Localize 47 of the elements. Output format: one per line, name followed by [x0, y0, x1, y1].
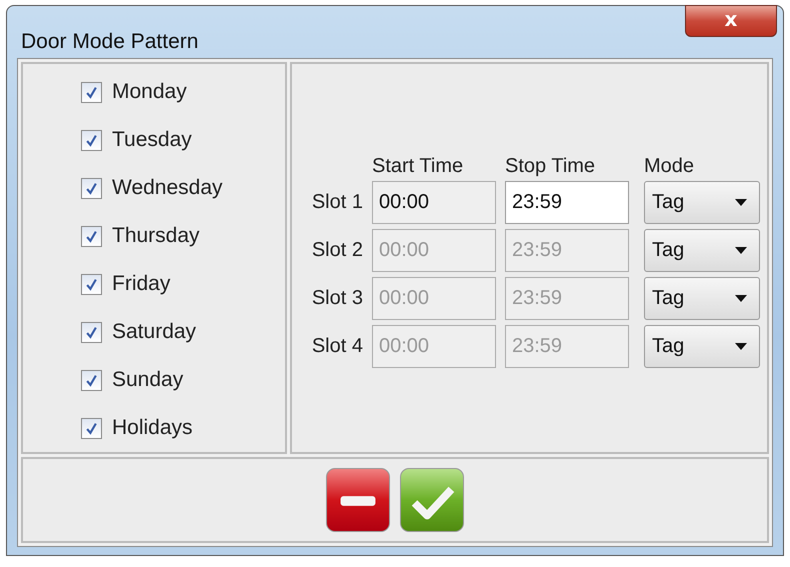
checkbox-label: Friday: [112, 272, 170, 296]
checkmark-icon: [412, 486, 454, 520]
checkbox-label: Monday: [112, 80, 187, 104]
checkbox-label: Sunday: [112, 368, 184, 392]
column-header: Start Time: [372, 156, 464, 176]
mode-dropdown[interactable]: Tag: [644, 181, 760, 224]
mode-dropdown[interactable]: Tag: [644, 229, 760, 272]
checkbox[interactable]: [81, 370, 102, 390]
ok-button[interactable]: [400, 468, 464, 532]
mode-dropdown[interactable]: Tag: [644, 277, 760, 320]
caret-icon: [735, 295, 747, 302]
slot-label: Slot 3: [310, 287, 363, 310]
window-title: Door Mode Pattern: [21, 30, 198, 54]
mode-dropdown[interactable]: Tag: [644, 325, 760, 368]
time-field[interactable]: 23:59: [505, 181, 629, 224]
time-field[interactable]: 00:00: [372, 181, 496, 224]
caret-icon: [735, 199, 747, 206]
check-icon: [85, 422, 98, 434]
checkbox-label: Saturday: [112, 320, 196, 344]
checkbox[interactable]: [81, 322, 102, 342]
minus-icon: [340, 496, 376, 506]
checkbox[interactable]: [81, 274, 102, 294]
checkbox-label: Holidays: [112, 416, 193, 440]
check-icon: [85, 374, 98, 386]
checkbox[interactable]: [81, 130, 102, 150]
check-icon: [85, 230, 98, 242]
cancel-button[interactable]: [326, 468, 390, 532]
slot-label: Slot 4: [310, 335, 363, 358]
column-header: Stop Time: [505, 156, 596, 176]
checkbox-label: Thursday: [112, 224, 200, 248]
check-icon: [85, 278, 98, 290]
checkbox[interactable]: [81, 82, 102, 102]
slot-label: Slot 1: [310, 191, 363, 214]
check-icon: [85, 326, 98, 338]
checkbox[interactable]: [81, 178, 102, 198]
checkbox[interactable]: [81, 226, 102, 246]
caret-icon: [735, 343, 747, 350]
check-icon: [85, 86, 98, 98]
check-icon: [85, 182, 98, 194]
checkbox[interactable]: [81, 418, 102, 438]
column-header: Mode: [644, 156, 696, 176]
check-icon: [85, 134, 98, 146]
slot-label: Slot 2: [310, 239, 363, 262]
checkbox-label: Wednesday: [112, 176, 223, 200]
close-button[interactable]: x: [685, 5, 777, 37]
caret-icon: [735, 247, 747, 254]
checkbox-label: Tuesday: [112, 128, 192, 152]
